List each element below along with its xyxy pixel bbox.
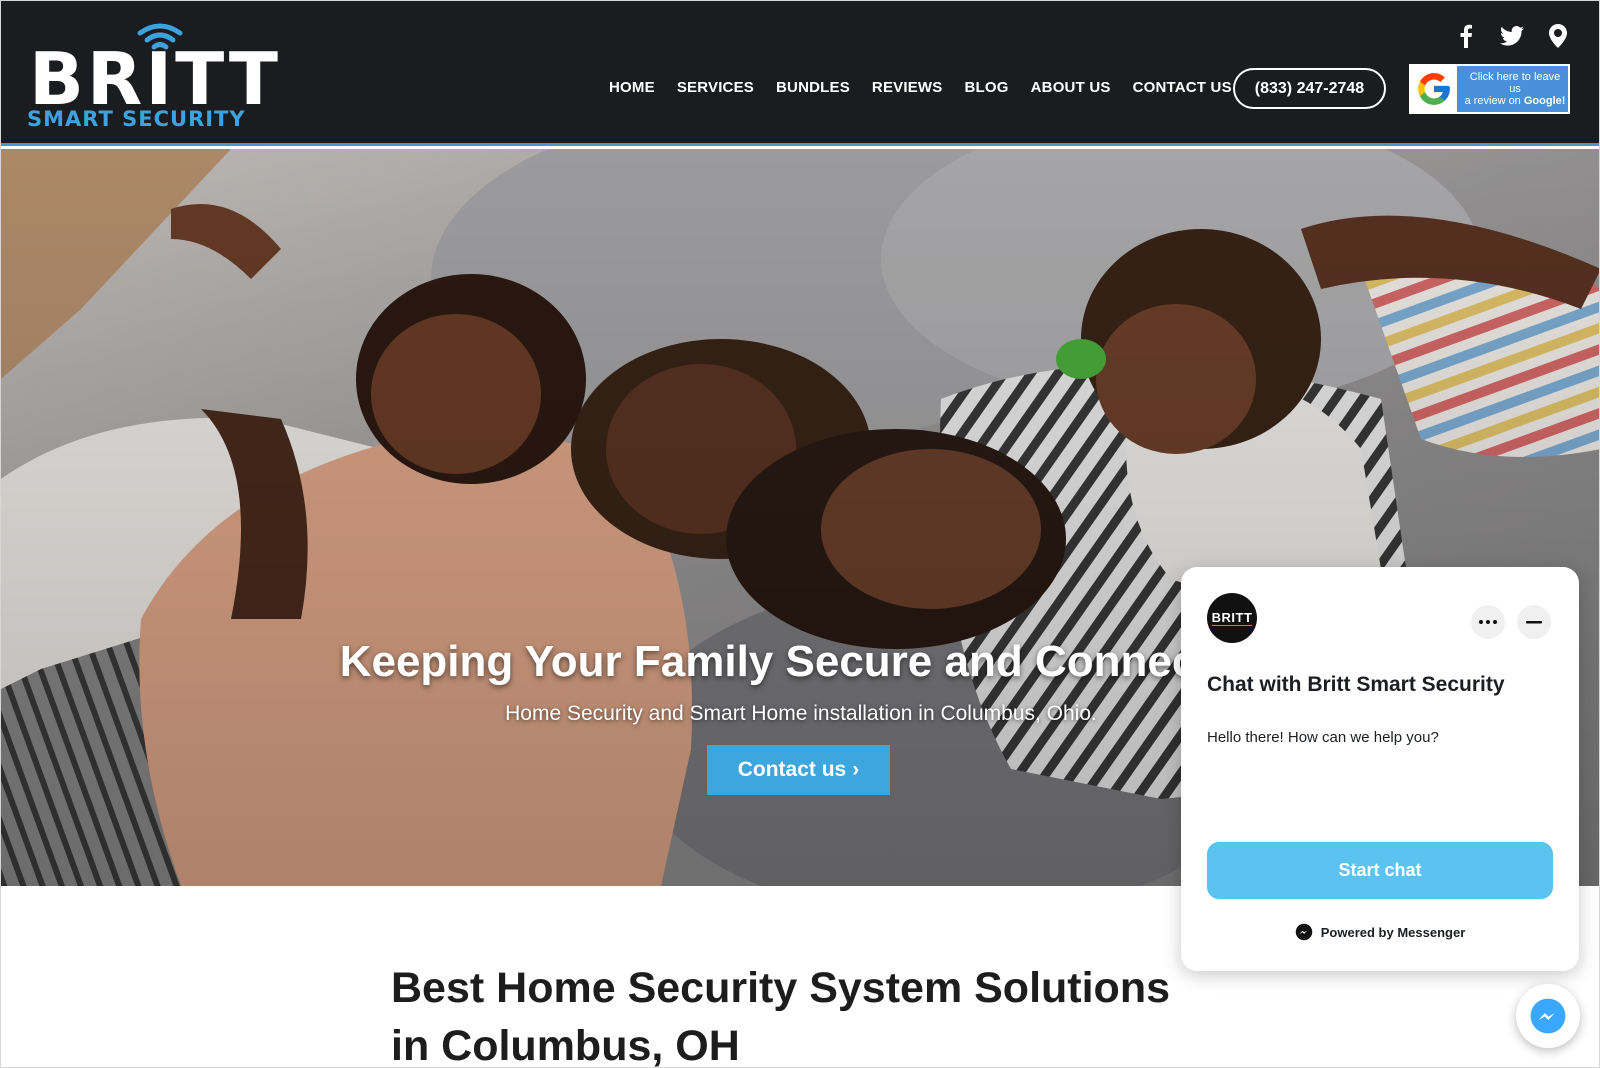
messenger-icon (1530, 998, 1566, 1034)
more-options-button[interactable] (1471, 605, 1505, 639)
google-review-brand: Google! (1523, 95, 1566, 107)
google-logo-icon (1411, 66, 1457, 112)
section-title-line1: Best Home Security System Solutions (391, 964, 1170, 1012)
logo-tagline: SMART SECURITY (27, 107, 246, 131)
avatar: BRITT (1207, 593, 1257, 643)
facebook-icon[interactable] (1453, 23, 1479, 49)
nav-services[interactable]: SERVICES (677, 79, 754, 96)
messenger-chat-widget: BRITT Chat with Britt Smart Security Hel… (1181, 567, 1579, 971)
contact-us-button[interactable]: Contact us › (707, 745, 890, 795)
chat-greeting: Hello there! How can we help you? (1207, 729, 1439, 746)
minimize-button[interactable] (1517, 605, 1551, 639)
nav-home[interactable]: HOME (609, 79, 655, 96)
google-review-line1: Click here to leave us (1469, 71, 1561, 95)
nav-blog[interactable]: BLOG (964, 79, 1008, 96)
section-title: Best Home Security System Solutions in C… (391, 959, 1241, 1068)
minimize-icon (1526, 620, 1542, 623)
google-review-line2: a review on (1464, 95, 1521, 107)
page: BRITT SMART SECURITY HOME SERVICES BUNDL… (0, 0, 1600, 1068)
social-links (1453, 23, 1571, 49)
logo-name: BRITT (29, 37, 281, 121)
google-review-text: Click here to leave us a review on Googl… (1457, 71, 1567, 107)
start-chat-button[interactable]: Start chat (1207, 842, 1553, 899)
map-pin-icon[interactable] (1545, 23, 1571, 49)
powered-by-messenger: Powered by Messenger (1181, 923, 1579, 941)
nav-contact-us[interactable]: CONTACT US (1133, 79, 1232, 96)
powered-by-text: Powered by Messenger (1320, 924, 1466, 940)
main-nav: HOME SERVICES BUNDLES REVIEWS BLOG ABOUT… (609, 79, 1232, 96)
nav-about-us[interactable]: ABOUT US (1031, 79, 1111, 96)
google-review-button[interactable]: Click here to leave us a review on Googl… (1409, 64, 1570, 114)
nav-bundles[interactable]: BUNDLES (776, 79, 850, 96)
messenger-launcher-button[interactable] (1516, 984, 1580, 1048)
contact-us-label: Contact us (737, 758, 847, 781)
twitter-icon[interactable] (1499, 23, 1525, 49)
avatar-text: BRITT (1211, 610, 1253, 626)
chevron-right-icon: › (852, 758, 860, 781)
chat-title: Chat with Britt Smart Security (1207, 673, 1505, 696)
phone-button[interactable]: (833) 247-2748 (1233, 68, 1386, 109)
britt-logo[interactable]: BRITT SMART SECURITY (27, 21, 278, 131)
section-title-line2: in Columbus, OH (391, 1022, 740, 1068)
messenger-icon (1295, 923, 1312, 941)
more-icon (1479, 620, 1497, 624)
site-header: BRITT SMART SECURITY HOME SERVICES BUNDL… (1, 1, 1599, 146)
nav-reviews[interactable]: REVIEWS (872, 79, 943, 96)
